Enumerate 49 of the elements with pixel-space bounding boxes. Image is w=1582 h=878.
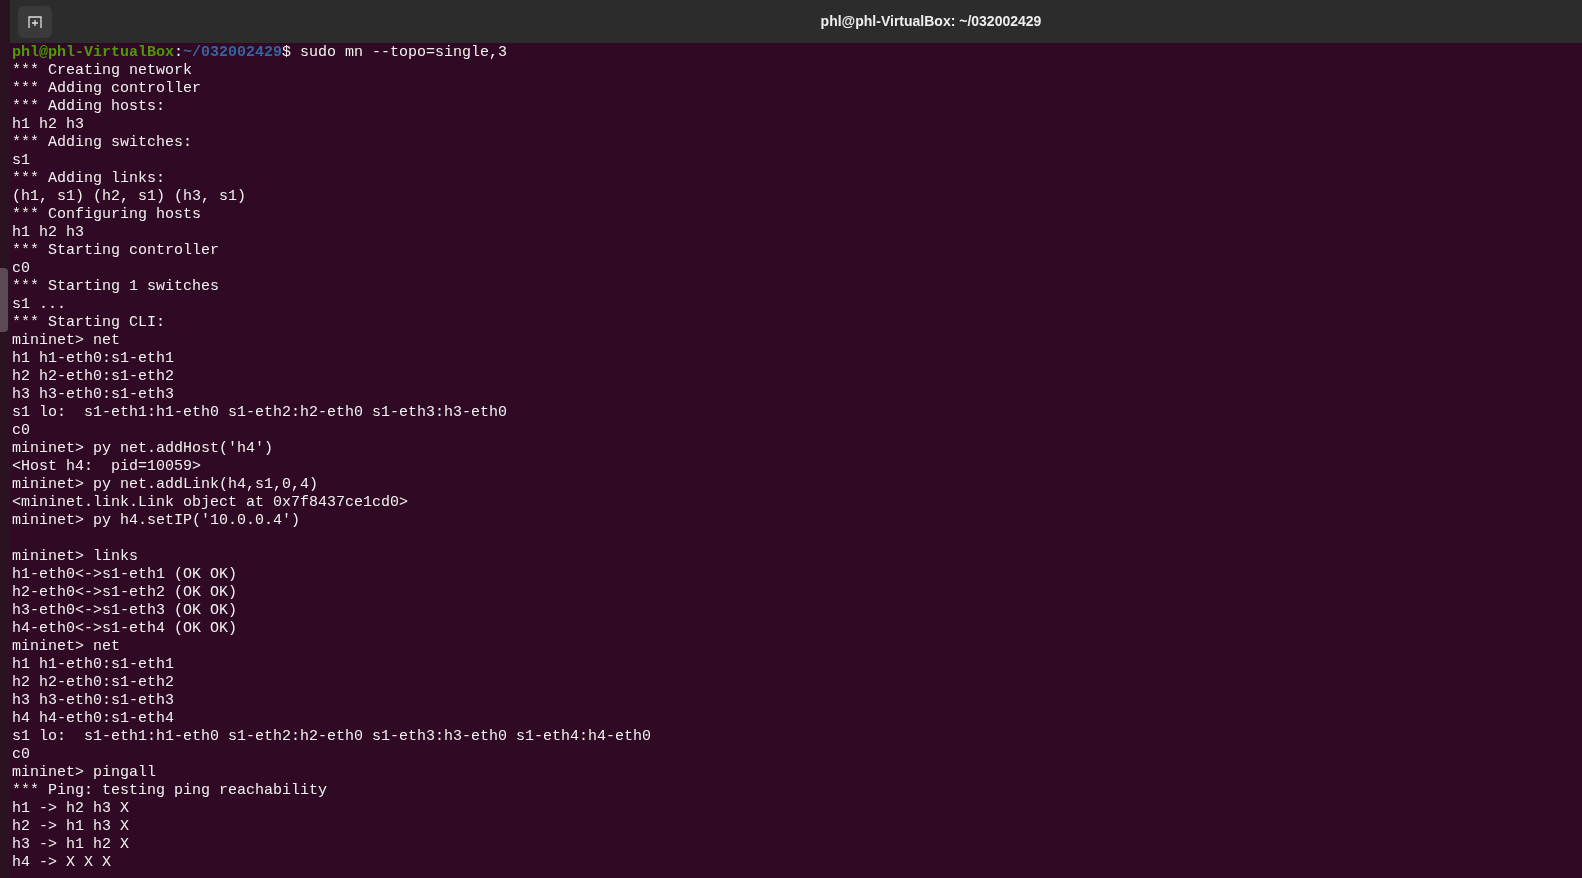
terminal-line: mininet> py net.addLink(h4,s1,0,4)	[12, 476, 319, 494]
terminal-line: h1 h1-eth0:s1-eth1	[12, 656, 175, 674]
terminal-line: *** Adding switches:	[12, 134, 193, 152]
terminal-line: *** Creating network	[12, 62, 193, 80]
terminal-line: h3 h3-eth0:s1-eth3	[12, 692, 175, 710]
terminal-line: h2 h2-eth0:s1-eth2	[12, 674, 175, 692]
terminal-line: c0	[12, 422, 30, 440]
terminal-line: mininet> pingall	[12, 764, 157, 782]
window-title: phl@phl-VirtualBox: ~/032002429	[820, 12, 1042, 31]
terminal-line: *** Ping: testing ping reachability	[12, 782, 328, 800]
terminal-line: *** Starting controller	[12, 242, 220, 260]
terminal-line: (h1, s1) (h2, s1) (h3, s1)	[12, 188, 247, 206]
terminal-line: h1 h1-eth0:s1-eth1	[12, 350, 175, 368]
terminal-line: mininet> net	[12, 332, 121, 350]
terminal-line: s1	[12, 152, 30, 170]
terminal-line: <Host h4: pid=10059>	[12, 458, 202, 476]
terminal-line: h3-eth0<->s1-eth3 (OK OK)	[12, 602, 238, 620]
terminal-line: *** Configuring hosts	[12, 206, 202, 224]
terminal-line: h2 -> h1 h3 X	[12, 818, 130, 836]
terminal-line: h3 -> h1 h2 X	[12, 836, 130, 854]
new-tab-icon	[27, 14, 43, 29]
terminal-line: s1 lo: s1-eth1:h1-eth0 s1-eth2:h2-eth0 s1-eth3:h3-eth0	[12, 404, 508, 422]
terminal-line: h1-eth0<->s1-eth1 (OK OK)	[12, 566, 238, 584]
terminal-line: phl@phl-VirtualBox:~/032002429$ sudo mn --topo=single,3	[12, 44, 508, 62]
terminal-line: h3 h3-eth0:s1-eth3	[12, 386, 175, 404]
terminal-line: h4 -> X X X	[12, 854, 112, 872]
terminal-line: mininet> py net.addHost('h4')	[12, 440, 274, 458]
terminal-line: mininet> py h4.setIP('10.0.0.4')	[12, 512, 301, 530]
new-tab-button[interactable]	[18, 5, 52, 38]
terminal-line: *** Adding controller	[12, 80, 202, 98]
terminal-line: c0	[12, 746, 30, 764]
terminal-line: <mininet.link.Link object at 0x7f8437ce1cd0>	[12, 494, 409, 512]
terminal-line: h1 -> h2 h3 X	[12, 800, 130, 818]
terminal-line: s1 ...	[12, 296, 66, 314]
terminal-line: c0	[12, 260, 30, 278]
terminal-line: *** Starting CLI:	[12, 314, 166, 332]
terminal-line: mininet> links	[12, 548, 139, 566]
terminal-line: *** Adding links:	[12, 170, 166, 188]
terminal-line: h4 h4-eth0:s1-eth4	[12, 710, 175, 728]
terminal-line: *** Adding hosts:	[12, 98, 166, 116]
scrollbar-thumb[interactable]	[0, 268, 8, 332]
terminal-line: h4-eth0<->s1-eth4 (OK OK)	[12, 620, 238, 638]
terminal-line: s1 lo: s1-eth1:h1-eth0 s1-eth2:h2-eth0 s1-eth3:h3-eth0 s1-eth4:h4-eth0	[12, 728, 652, 746]
terminal-line: h2 h2-eth0:s1-eth2	[12, 368, 175, 386]
terminal-line: *** Starting 1 switches	[12, 278, 220, 296]
terminal-line: h1 h2 h3	[12, 224, 84, 242]
terminal-line: h1 h2 h3	[12, 116, 84, 134]
terminal-line: mininet> net	[12, 638, 121, 656]
terminal-line: h2-eth0<->s1-eth2 (OK OK)	[12, 584, 238, 602]
